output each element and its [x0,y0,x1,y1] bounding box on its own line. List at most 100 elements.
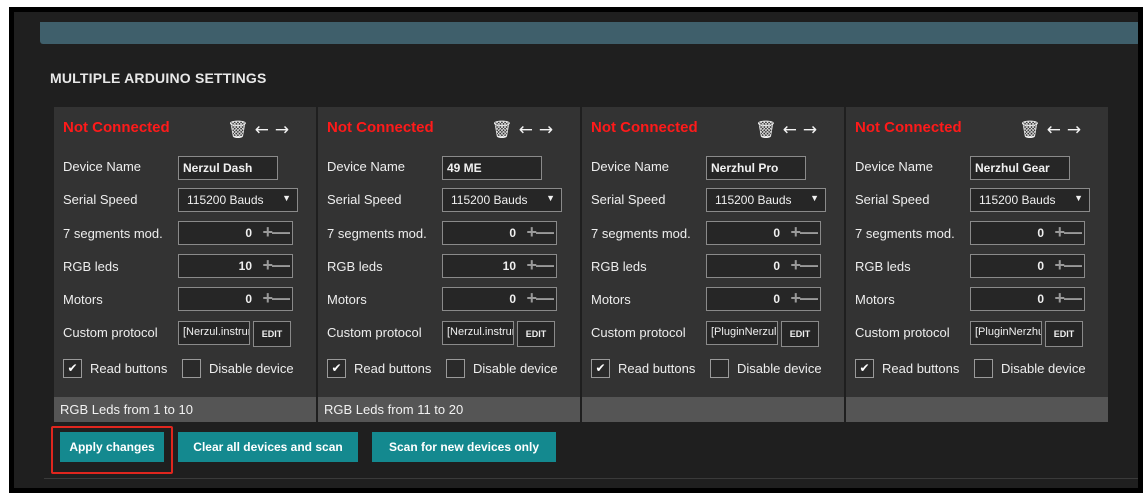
segments-label: 7 segments mod. [63,226,163,241]
disable-device-checkbox[interactable] [446,359,465,378]
custom-protocol-input[interactable]: [Nerzul.instrur [442,321,514,345]
minus-icon[interactable]: — [800,255,818,275]
custom-protocol-input[interactable]: [PluginNerzhu [970,321,1042,345]
section-title: MULTIPLE ARDUINO SETTINGS [50,70,267,86]
device-name-input[interactable]: Nerzhul Pro [706,156,806,180]
panel-actions: 🗑 ← → [491,121,553,139]
device-name-label: Device Name [855,159,934,174]
device-panel-1: Not Connected 🗑 ← → Device Name Nerzul D… [54,107,316,422]
minus-icon[interactable]: — [536,288,554,308]
clear-all-devices-button[interactable]: Clear all devices and scan [178,432,358,462]
device-name-label: Device Name [591,159,670,174]
read-buttons-checkbox[interactable]: ✔ [63,359,82,378]
read-buttons-label: Read buttons [882,361,960,376]
serial-speed-label: Serial Speed [591,192,666,207]
device-name-input[interactable]: Nerzul Dash [178,156,278,180]
minus-icon[interactable]: — [800,222,818,242]
segments-label: 7 segments mod. [327,226,427,241]
divider [44,478,1138,479]
motors-stepper[interactable]: 0 + — [970,287,1085,311]
rgb-leds-stepper[interactable]: 0 + — [970,254,1085,278]
segments-label: 7 segments mod. [855,226,955,241]
minus-icon[interactable]: — [272,255,290,275]
arrow-left-icon[interactable]: ← [519,121,533,139]
arrow-left-icon[interactable]: ← [783,121,797,139]
rgb-leds-label: RGB leds [63,259,119,274]
rgb-leds-stepper[interactable]: 10 + — [442,254,557,278]
device-name-label: Device Name [327,159,406,174]
custom-protocol-label: Custom protocol [591,325,686,340]
device-panel-3: Not Connected 🗑 ← → Device Name Nerzhul … [582,107,844,422]
custom-protocol-input[interactable]: [PluginNerzull [706,321,778,345]
custom-protocol-label: Custom protocol [327,325,422,340]
motors-label: Motors [591,292,631,307]
edit-protocol-button[interactable]: EDIT [781,321,819,347]
device-panel-2: Not Connected 🗑 ← → Device Name 49 ME Se… [318,107,580,422]
motors-stepper[interactable]: 0 + — [442,287,557,311]
read-buttons-checkbox[interactable]: ✔ [855,359,874,378]
trash-icon[interactable]: 🗑 [755,121,777,139]
edit-protocol-button[interactable]: EDIT [253,321,291,347]
segments-stepper[interactable]: 0 + — [178,221,293,245]
edit-protocol-button[interactable]: EDIT [517,321,555,347]
device-name-input[interactable]: Nerzhul Gear [970,156,1070,180]
chevron-down-icon: ▼ [1074,193,1083,203]
chevron-down-icon: ▼ [810,193,819,203]
panel-footer: RGB Leds from 1 to 10 [54,397,316,422]
disable-device-checkbox[interactable] [974,359,993,378]
serial-speed-select[interactable]: 115200 Bauds ▼ [442,188,562,212]
segments-label: 7 segments mod. [591,226,691,241]
disable-device-checkbox[interactable] [182,359,201,378]
read-buttons-checkbox[interactable]: ✔ [327,359,346,378]
arrow-left-icon[interactable]: ← [1047,121,1061,139]
device-panel-4: Not Connected 🗑 ← → Device Name Nerzhul … [846,107,1108,422]
window-frame: MULTIPLE ARDUINO SETTINGS Not Connected … [9,7,1143,493]
minus-icon[interactable]: — [1064,222,1082,242]
disable-device-label: Disable device [209,361,294,376]
disable-device-checkbox[interactable] [710,359,729,378]
trash-icon[interactable]: 🗑 [1019,121,1041,139]
serial-speed-select[interactable]: 115200 Bauds ▼ [706,188,826,212]
disable-device-label: Disable device [1001,361,1086,376]
motors-stepper[interactable]: 0 + — [178,287,293,311]
minus-icon[interactable]: — [272,222,290,242]
segments-stepper[interactable]: 0 + — [442,221,557,245]
disable-device-label: Disable device [737,361,822,376]
arrow-right-icon[interactable]: → [803,121,817,139]
arrow-right-icon[interactable]: → [275,121,289,139]
minus-icon[interactable]: — [800,288,818,308]
connection-status: Not Connected [591,119,698,136]
arrow-right-icon[interactable]: → [1067,121,1081,139]
arrow-right-icon[interactable]: → [539,121,553,139]
settings-page: MULTIPLE ARDUINO SETTINGS Not Connected … [14,12,1138,488]
minus-icon[interactable]: — [1064,288,1082,308]
serial-speed-select[interactable]: 115200 Bauds ▼ [970,188,1090,212]
edit-protocol-button[interactable]: EDIT [1045,321,1083,347]
minus-icon[interactable]: — [536,222,554,242]
disable-device-label: Disable device [473,361,558,376]
minus-icon[interactable]: — [272,288,290,308]
motors-label: Motors [855,292,895,307]
top-scroll-bar [40,22,1138,44]
scan-new-devices-button[interactable]: Scan for new devices only [372,432,556,462]
arrow-left-icon[interactable]: ← [255,121,269,139]
custom-protocol-input[interactable]: [Nerzul.instrur [178,321,250,345]
serial-speed-label: Serial Speed [855,192,930,207]
trash-icon[interactable]: 🗑 [491,121,513,139]
rgb-leds-stepper[interactable]: 10 + — [178,254,293,278]
rgb-leds-stepper[interactable]: 0 + — [706,254,821,278]
trash-icon[interactable]: 🗑 [227,121,249,139]
device-name-label: Device Name [63,159,142,174]
motors-label: Motors [63,292,103,307]
minus-icon[interactable]: — [1064,255,1082,275]
segments-stepper[interactable]: 0 + — [706,221,821,245]
highlight-box [51,426,173,474]
device-name-input[interactable]: 49 ME [442,156,542,180]
read-buttons-checkbox[interactable]: ✔ [591,359,610,378]
motors-stepper[interactable]: 0 + — [706,287,821,311]
rgb-leds-label: RGB leds [327,259,383,274]
segments-stepper[interactable]: 0 + — [970,221,1085,245]
serial-speed-select[interactable]: 115200 Bauds ▼ [178,188,298,212]
minus-icon[interactable]: — [536,255,554,275]
device-panels: Not Connected 🗑 ← → Device Name Nerzul D… [54,107,1114,422]
